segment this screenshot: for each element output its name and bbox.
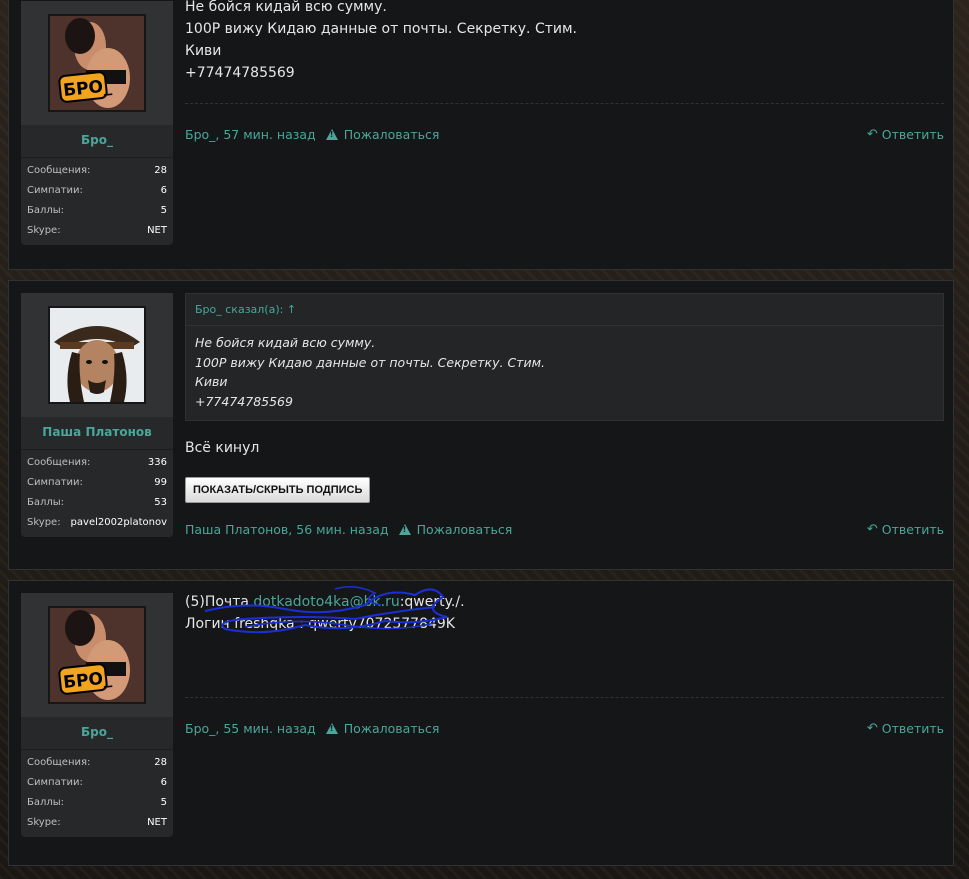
user-stats: Сообщения: 28 Симпатии: 6 Баллы: 5 Skype: NE… (21, 749, 173, 837)
post-divider (185, 697, 944, 698)
post-message: Всё кинул (185, 437, 944, 459)
stat-points: Баллы: 53 (27, 497, 167, 508)
message-line: Киви (185, 43, 222, 59)
avatar[interactable]: БРО_ (48, 606, 146, 704)
email-link[interactable]: dotkadoto4ka@bk.ru (253, 594, 399, 610)
user-info-block: БРО_ Бро_ Сообщения: 28 Симпатии: 6 Баллы:… (21, 1, 173, 245)
user-stats: Сообщения: 336 Симпатии: 99 Баллы: 53 Skype… (21, 449, 173, 537)
post-meta: Паша Платонов, 56 мин. назад Пожаловатьс… (185, 519, 944, 539)
stat-skype: Skype: NET (27, 225, 167, 236)
message-line: 100Р вижу Кидаю данные от почты. Секретк… (185, 21, 577, 37)
quote-line: 100Р вижу Кидаю данные от почты. Секретк… (195, 354, 545, 370)
quote-body: Не бойся кидай всю сумму. 100Р вижу Кида… (186, 326, 943, 418)
post: БРО_ Бро_ Сообщения: 28 Симпатии: 6 Баллы:… (8, 580, 954, 866)
username[interactable]: Бро_ (21, 717, 173, 749)
avatar-container: БРО_ (21, 1, 173, 125)
user-stats: Сообщения: 28 Симпатии: 6 Баллы: 5 Skype: NE… (21, 157, 173, 245)
avatar-container: БРО_ (21, 593, 173, 717)
message-line: Всё кинул (185, 440, 260, 456)
post: БРО_ Бро_ Сообщения: 28 Симпатии: 6 Баллы:… (8, 0, 954, 270)
quote-line: Не бойся кидай всю сумму. (195, 335, 376, 350)
report-link[interactable]: Пожаловаться (325, 721, 439, 736)
warning-icon (398, 523, 411, 535)
post-message: Не бойся кидай всю сумму. 100Р вижу Кида… (185, 0, 944, 84)
stat-likes: Симпатии: 6 (27, 185, 167, 196)
avatar-image-icon: БРО_ (50, 608, 144, 702)
post: Паша Платонов Сообщения: 336 Симпатии: 99 … (8, 280, 954, 570)
reply-icon: ↶ (866, 126, 878, 142)
stat-messages: Сообщения: 28 (27, 757, 167, 768)
stat-messages: Сообщения: 28 (27, 165, 167, 176)
quote-line: Киви (195, 374, 228, 389)
reply-link[interactable]: ↶ Ответить (867, 721, 944, 736)
avatar-image-icon (50, 308, 144, 402)
post-author-time[interactable]: Бро_, 57 мин. назад (185, 127, 316, 142)
stat-skype: Skype: pavel2002platonov (27, 517, 167, 528)
warning-icon (325, 128, 338, 140)
quote-block: Бро_ сказал(а): ↑ Не бойся кидай всю сум… (185, 293, 944, 421)
post-divider (185, 103, 944, 104)
stat-likes: Симпатии: 6 (27, 777, 167, 788)
reply-link[interactable]: ↶ Ответить (867, 127, 944, 142)
message-line: (5)Почта dotkadoto4ka@bk.ru:qwerty./. (185, 594, 465, 610)
avatar-container (21, 293, 173, 417)
user-info-block: Паша Платонов Сообщения: 336 Симпатии: 99 … (21, 293, 173, 537)
post-author-time[interactable]: Паша Платонов, 56 мин. назад (185, 522, 389, 537)
message-line: Логин freshqka : qwerty7072577849K (185, 616, 455, 632)
quote-line: +77474785569 (195, 393, 293, 409)
post-author-time[interactable]: Бро_, 55 мин. назад (185, 721, 316, 736)
toggle-signature-button[interactable]: ПОКАЗАТЬ/СКРЫТЬ ПОДПИСЬ (185, 477, 371, 503)
user-info-block: БРО_ Бро_ Сообщения: 28 Симпатии: 6 Баллы:… (21, 593, 173, 837)
post-meta: Бро_, 55 мин. назад Пожаловаться ↶Ответи… (185, 718, 944, 738)
stat-points: Баллы: 5 (27, 205, 167, 216)
avatar[interactable]: БРО_ (48, 14, 146, 112)
message-line: Не бойся кидай всю сумму. (185, 0, 387, 15)
avatar[interactable] (48, 306, 146, 404)
post-meta: Бро_, 57 мин. назад Пожаловаться ↶Ответи… (185, 124, 944, 144)
stat-points: Баллы: 5 (27, 797, 167, 808)
message-line: +77474785569 (185, 65, 295, 81)
stat-likes: Симпатии: 99 (27, 477, 167, 488)
report-link[interactable]: Пожаловаться (325, 127, 439, 142)
avatar-image-icon: БРО_ (50, 16, 144, 110)
username[interactable]: Бро_ (21, 125, 173, 157)
warning-icon (325, 722, 338, 734)
reply-icon: ↶ (866, 720, 878, 736)
stat-messages: Сообщения: 336 (27, 457, 167, 468)
quote-header[interactable]: Бро_ сказал(а): ↑ (186, 294, 943, 326)
post-message: (5)Почта dotkadoto4ka@bk.ru:qwerty./. Ло… (185, 591, 944, 635)
reply-icon: ↶ (866, 521, 878, 537)
username[interactable]: Паша Платонов (21, 417, 173, 449)
stat-skype: Skype: NET (27, 817, 167, 828)
reply-link[interactable]: ↶ Ответить (867, 522, 944, 537)
report-link[interactable]: Пожаловаться (398, 522, 512, 537)
